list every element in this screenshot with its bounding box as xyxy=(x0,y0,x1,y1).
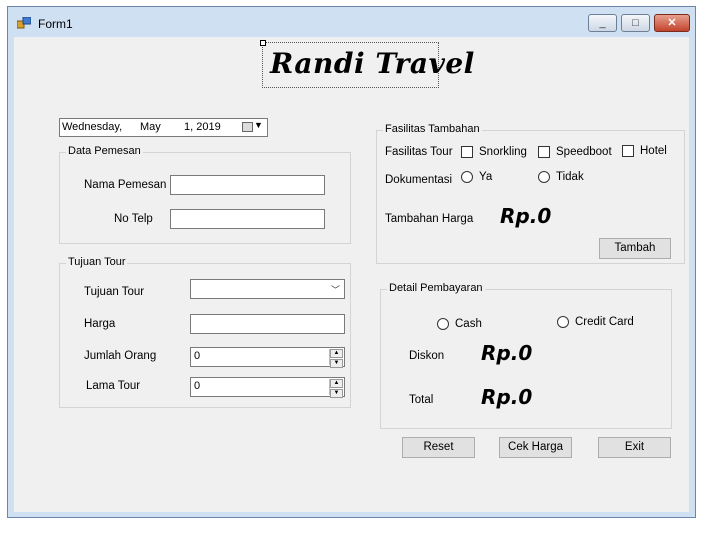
tambahan-harga-value: Rp.0 xyxy=(500,204,552,228)
main-window: Form1 _ □ ✕ Randi Travel Wednesday, May … xyxy=(7,6,696,518)
minimize-button[interactable]: _ xyxy=(588,14,617,32)
date-date: 1, 2019 xyxy=(184,121,221,133)
telp-input[interactable] xyxy=(170,209,325,229)
data-pemesan-group: Data Pemesan Nama Pemesan No Telp xyxy=(59,145,351,244)
calendar-icon[interactable] xyxy=(242,122,253,132)
snorkling-checkbox[interactable] xyxy=(461,146,473,158)
lama-stepper[interactable]: 0 ▲ ▼ xyxy=(190,377,345,398)
group-title: Data Pemesan xyxy=(66,145,143,157)
chevron-down-icon[interactable]: ▼ xyxy=(254,120,263,130)
form-client-area: Randi Travel Wednesday, May 1, 2019 ▼ Da… xyxy=(14,37,689,512)
harga-label: Harga xyxy=(84,318,116,330)
tambah-button[interactable]: Tambah xyxy=(599,238,671,259)
window-title: Form1 xyxy=(38,17,73,31)
credit-card-radio[interactable] xyxy=(557,316,569,328)
spin-down-icon[interactable]: ▼ xyxy=(330,359,343,368)
app-icon xyxy=(17,17,31,29)
ya-label[interactable]: Ya xyxy=(479,171,492,183)
group-title: Fasilitas Tambahan xyxy=(383,123,482,135)
harga-input[interactable] xyxy=(190,314,345,334)
cash-radio[interactable] xyxy=(437,318,449,330)
date-picker[interactable]: Wednesday, May 1, 2019 ▼ xyxy=(59,118,268,137)
cash-label[interactable]: Cash xyxy=(455,318,482,330)
spin-down-icon[interactable]: ▼ xyxy=(330,389,343,398)
title-bar: Form1 _ □ ✕ xyxy=(8,7,695,37)
fasilitas-group: Fasilitas Tambahan Fasilitas Tour Snorkl… xyxy=(376,123,685,264)
tidak-radio[interactable] xyxy=(538,171,550,183)
spin-up-icon[interactable]: ▲ xyxy=(330,379,343,388)
date-day: Wednesday, xyxy=(62,121,123,133)
close-button[interactable]: ✕ xyxy=(654,14,690,32)
tidak-label[interactable]: Tidak xyxy=(556,171,584,183)
date-month: May xyxy=(140,121,161,133)
credit-card-label[interactable]: Credit Card xyxy=(575,316,634,328)
tujuan-tour-group: Tujuan Tour Tujuan Tour ﹀ Harga Jumlah O… xyxy=(59,256,351,408)
lama-value: 0 xyxy=(194,380,201,392)
group-title: Detail Pembayaran xyxy=(387,282,485,294)
tambahan-harga-label: Tambahan Harga xyxy=(385,213,474,225)
spin-buttons[interactable]: ▲ ▼ xyxy=(329,379,343,398)
jumlah-stepper[interactable]: 0 ▲ ▼ xyxy=(190,347,345,368)
group-title: Tujuan Tour xyxy=(66,256,128,268)
snorkling-label[interactable]: Snorkling xyxy=(479,146,527,158)
lama-label: Lama Tour xyxy=(86,380,141,392)
spin-up-icon[interactable]: ▲ xyxy=(330,349,343,358)
telp-label: No Telp xyxy=(114,213,153,225)
speedboot-checkbox[interactable] xyxy=(538,146,550,158)
nama-label: Nama Pemesan xyxy=(84,179,167,191)
diskon-label: Diskon xyxy=(409,350,445,362)
fasilitas-tour-label: Fasilitas Tour xyxy=(385,146,453,158)
reset-button[interactable]: Reset xyxy=(402,437,475,458)
selection-handle xyxy=(260,40,266,46)
diskon-value: Rp.0 xyxy=(481,341,533,365)
chevron-down-icon[interactable]: ﹀ xyxy=(331,283,340,296)
nama-input[interactable] xyxy=(170,175,325,195)
total-label: Total xyxy=(409,394,434,406)
cek-harga-button[interactable]: Cek Harga xyxy=(499,437,572,458)
dokumentasi-label: Dokumentasi xyxy=(385,174,453,186)
hotel-checkbox[interactable] xyxy=(622,145,634,157)
maximize-button[interactable]: □ xyxy=(621,14,650,32)
hotel-label[interactable]: Hotel xyxy=(640,145,667,157)
logo-title: Randi Travel xyxy=(270,47,475,80)
spin-buttons[interactable]: ▲ ▼ xyxy=(329,349,343,368)
jumlah-value: 0 xyxy=(194,350,201,362)
tujuan-combobox[interactable]: ﹀ xyxy=(190,279,345,299)
total-value: Rp.0 xyxy=(481,385,533,409)
speedboot-label[interactable]: Speedboot xyxy=(556,146,612,158)
jumlah-label: Jumlah Orang xyxy=(84,350,157,362)
pembayaran-group: Detail Pembayaran Cash Credit Card Disko… xyxy=(380,282,672,429)
ya-radio[interactable] xyxy=(461,171,473,183)
tujuan-label: Tujuan Tour xyxy=(84,286,145,298)
exit-button[interactable]: Exit xyxy=(598,437,671,458)
